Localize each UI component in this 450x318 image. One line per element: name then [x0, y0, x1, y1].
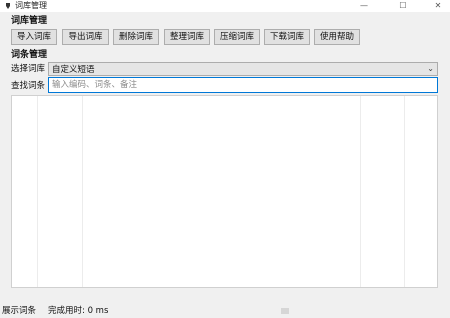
- elapsed-time-status: 完成用时: 0 ms: [48, 306, 109, 316]
- column-divider: [404, 96, 405, 287]
- compress-dict-button[interactable]: 压缩词库: [214, 29, 260, 45]
- app-icon: [6, 3, 10, 9]
- select-dict-label: 选择词库: [11, 64, 46, 74]
- window-title: 词库管理: [15, 1, 47, 10]
- show-entries-status: 展示词条: [2, 306, 37, 316]
- resize-grip[interactable]: [281, 308, 289, 314]
- download-dict-button[interactable]: 下载词库: [264, 29, 310, 45]
- status-bar: 展示词条 完成用时: 0 ms: [0, 305, 450, 318]
- chevron-down-icon: ⌄: [427, 64, 434, 73]
- search-entry-input[interactable]: [48, 77, 438, 93]
- column-divider: [82, 96, 83, 287]
- title-bar: 词库管理 — ☐ ✕: [0, 0, 450, 12]
- organize-dict-button[interactable]: 整理词库: [164, 29, 210, 45]
- export-dict-button[interactable]: 导出词库: [62, 29, 109, 45]
- delete-dict-button[interactable]: 删除词库: [113, 29, 159, 45]
- close-button[interactable]: ✕: [426, 0, 450, 12]
- minimize-button[interactable]: —: [352, 0, 376, 12]
- maximize-button[interactable]: ☐: [391, 0, 415, 12]
- search-entry-label: 查找词条: [11, 81, 46, 91]
- entry-list[interactable]: [11, 95, 438, 288]
- dict-select[interactable]: 自定义短语 ⌄: [48, 62, 438, 76]
- entry-section-title: 词条管理: [11, 50, 48, 60]
- column-divider: [360, 96, 361, 287]
- dict-section-title: 词库管理: [11, 16, 48, 26]
- import-dict-button[interactable]: 导入词库: [11, 29, 57, 45]
- dict-select-value: 自定义短语: [52, 65, 95, 75]
- help-button[interactable]: 使用帮助: [314, 29, 360, 45]
- column-divider: [37, 96, 38, 287]
